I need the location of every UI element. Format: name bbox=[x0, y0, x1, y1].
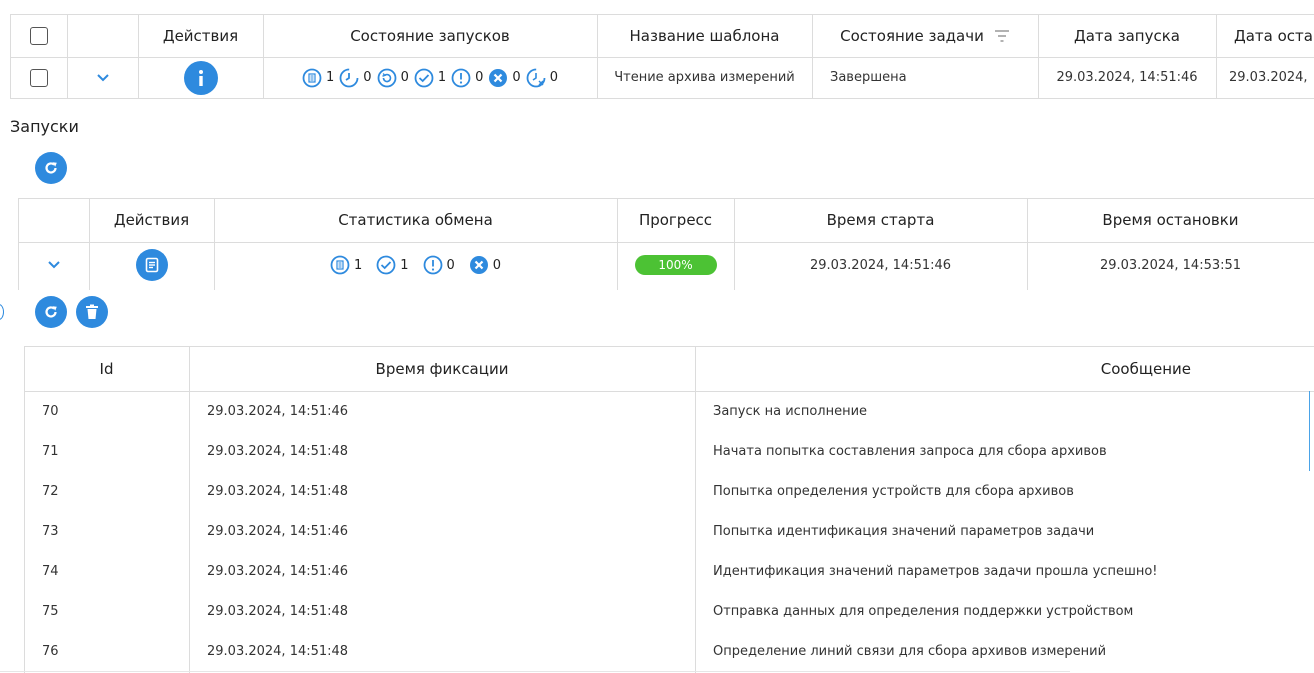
clock-icon bbox=[339, 68, 359, 87]
stat-error: 0 bbox=[488, 68, 521, 88]
filter-icon[interactable] bbox=[994, 29, 1010, 43]
run-start-time: 29.03.2024, 14:51:46 bbox=[809, 257, 952, 273]
log-id: 72 bbox=[42, 483, 59, 499]
info-button[interactable] bbox=[183, 60, 218, 95]
check-circle-icon bbox=[414, 68, 434, 87]
header-stop-date[interactable]: Дата оста bbox=[1216, 14, 1314, 57]
stat-running: 0 bbox=[339, 68, 372, 88]
runs-header-progress: Прогресс bbox=[638, 211, 713, 229]
exclamation-icon bbox=[423, 255, 442, 275]
exclamation-icon bbox=[451, 68, 471, 87]
progress-label: 100% bbox=[658, 258, 693, 272]
task-state-value: Завершена bbox=[830, 70, 907, 85]
exchange-stat-total: 1 bbox=[330, 255, 362, 275]
document-icon bbox=[145, 257, 158, 273]
stat-total: 1 bbox=[302, 68, 334, 88]
list-icon bbox=[302, 68, 322, 87]
runs-header-start-time[interactable]: Время старта bbox=[734, 198, 1027, 242]
run-state-stats: 1 0 0 1 0 0 0 bbox=[263, 57, 597, 98]
log-id: 74 bbox=[42, 563, 59, 579]
row-checkbox[interactable] bbox=[29, 68, 48, 87]
expand-run-button[interactable] bbox=[18, 242, 89, 288]
runs-header-stop-time[interactable]: Время остановки bbox=[1027, 198, 1314, 242]
log-time: 29.03.2024, 14:51:46 bbox=[207, 403, 349, 419]
stat-restarted: 0 bbox=[377, 68, 409, 88]
header-actions: Действия bbox=[162, 26, 239, 45]
log-time: 29.03.2024, 14:51:48 bbox=[207, 643, 349, 659]
error-icon bbox=[489, 68, 508, 87]
log-message: Запуск на исполнение bbox=[713, 403, 868, 419]
exchange-stat-error: 0 bbox=[469, 255, 501, 275]
log-id: 76 bbox=[42, 643, 59, 659]
table-row[interactable]: 70 29.03.2024, 14:51:46 Запуск на исполнен… bbox=[24, 391, 1314, 431]
template-name-value: Чтение архива измерений bbox=[614, 70, 795, 85]
log-id: 71 bbox=[42, 443, 59, 459]
header-task-state[interactable]: Состояние задачи bbox=[812, 14, 1038, 57]
chevron-down-icon bbox=[47, 261, 60, 269]
log-header-time[interactable]: Время фиксации bbox=[189, 346, 695, 391]
table-row[interactable]: 73 29.03.2024, 14:51:46 Попытка идентифика… bbox=[24, 511, 1314, 551]
start-date-value: 29.03.2024, 14:51:46 bbox=[1056, 70, 1198, 85]
log-header-id[interactable]: Id bbox=[24, 346, 189, 391]
log-time: 29.03.2024, 14:51:48 bbox=[207, 443, 349, 459]
restart-icon bbox=[377, 68, 396, 87]
info-icon bbox=[198, 69, 203, 86]
trash-icon bbox=[86, 304, 98, 319]
progress-bar: 100% bbox=[634, 255, 717, 275]
check-circle-icon bbox=[376, 255, 396, 275]
header-task-state-label: Состояние задачи bbox=[840, 26, 984, 45]
partial-icon bbox=[0, 304, 4, 320]
log-message: Попытка идентификация значений параметро… bbox=[713, 523, 1095, 539]
table-row[interactable]: 75 29.03.2024, 14:51:48 Отправка данных дл… bbox=[24, 591, 1314, 631]
log-message: Попытка определения устройств для сбора … bbox=[713, 483, 1074, 499]
run-stop-time: 29.03.2024, 14:53:51 bbox=[1099, 257, 1242, 273]
exchange-stat-success: 1 bbox=[376, 255, 409, 275]
runs-section-title: Запуски bbox=[10, 117, 79, 136]
list-icon bbox=[330, 255, 350, 275]
log-time: 29.03.2024, 14:51:46 bbox=[207, 523, 349, 539]
header-run-state: Состояние запусков bbox=[350, 26, 510, 45]
log-id: 75 bbox=[42, 603, 59, 619]
log-header-message[interactable]: Сообщение bbox=[695, 346, 1314, 391]
exchange-stats: 1 1 0 0 bbox=[214, 242, 617, 288]
table-row[interactable]: 74 29.03.2024, 14:51:46 Идентификация знач… bbox=[24, 551, 1314, 591]
exchange-stat-warning: 0 bbox=[423, 255, 455, 275]
table-row[interactable]: 71 29.03.2024, 14:51:48 Начата попытка сос… bbox=[24, 431, 1314, 471]
timeout-icon bbox=[526, 68, 546, 87]
runs-header-exchange-stats: Статистика обмена bbox=[338, 211, 493, 229]
stat-success: 1 bbox=[414, 68, 446, 88]
log-message: Отправка данных для определения поддержк… bbox=[713, 603, 1134, 619]
refresh-runs-button[interactable] bbox=[35, 152, 67, 184]
log-time: 29.03.2024, 14:51:46 bbox=[207, 563, 349, 579]
delete-button[interactable] bbox=[76, 296, 108, 328]
runs-header-actions: Действия bbox=[113, 211, 190, 229]
log-message: Идентификация значений параметров задачи… bbox=[713, 563, 1158, 579]
header-template-name[interactable]: Название шаблона bbox=[597, 14, 812, 57]
log-message: Определение линий связи для сбора архиво… bbox=[713, 643, 1107, 659]
refresh-icon bbox=[45, 162, 57, 174]
run-details-button[interactable] bbox=[135, 249, 168, 281]
refresh-log-button[interactable] bbox=[35, 296, 67, 328]
table-row[interactable]: 76 29.03.2024, 14:51:48 Определение линий … bbox=[24, 631, 1314, 671]
chevron-down-icon bbox=[96, 73, 109, 81]
log-time: 29.03.2024, 14:51:48 bbox=[207, 603, 349, 619]
refresh-icon bbox=[45, 306, 57, 318]
stat-timeout: 0 bbox=[526, 68, 558, 88]
stop-date-value: 29.03.2024, bbox=[1229, 70, 1308, 85]
error-icon bbox=[469, 256, 488, 274]
stat-warning: 0 bbox=[451, 68, 483, 88]
log-time: 29.03.2024, 14:51:48 bbox=[207, 483, 349, 499]
log-id: 70 bbox=[42, 403, 59, 419]
select-all-checkbox[interactable] bbox=[29, 26, 48, 45]
log-message: Начата попытка составления запроса для с… bbox=[713, 443, 1107, 459]
header-start-date[interactable]: Дата запуска bbox=[1038, 14, 1216, 57]
expand-row-button[interactable] bbox=[67, 57, 138, 98]
log-id: 73 bbox=[42, 523, 59, 539]
table-row[interactable]: 72 29.03.2024, 14:51:48 Попытка определени… bbox=[24, 471, 1314, 511]
